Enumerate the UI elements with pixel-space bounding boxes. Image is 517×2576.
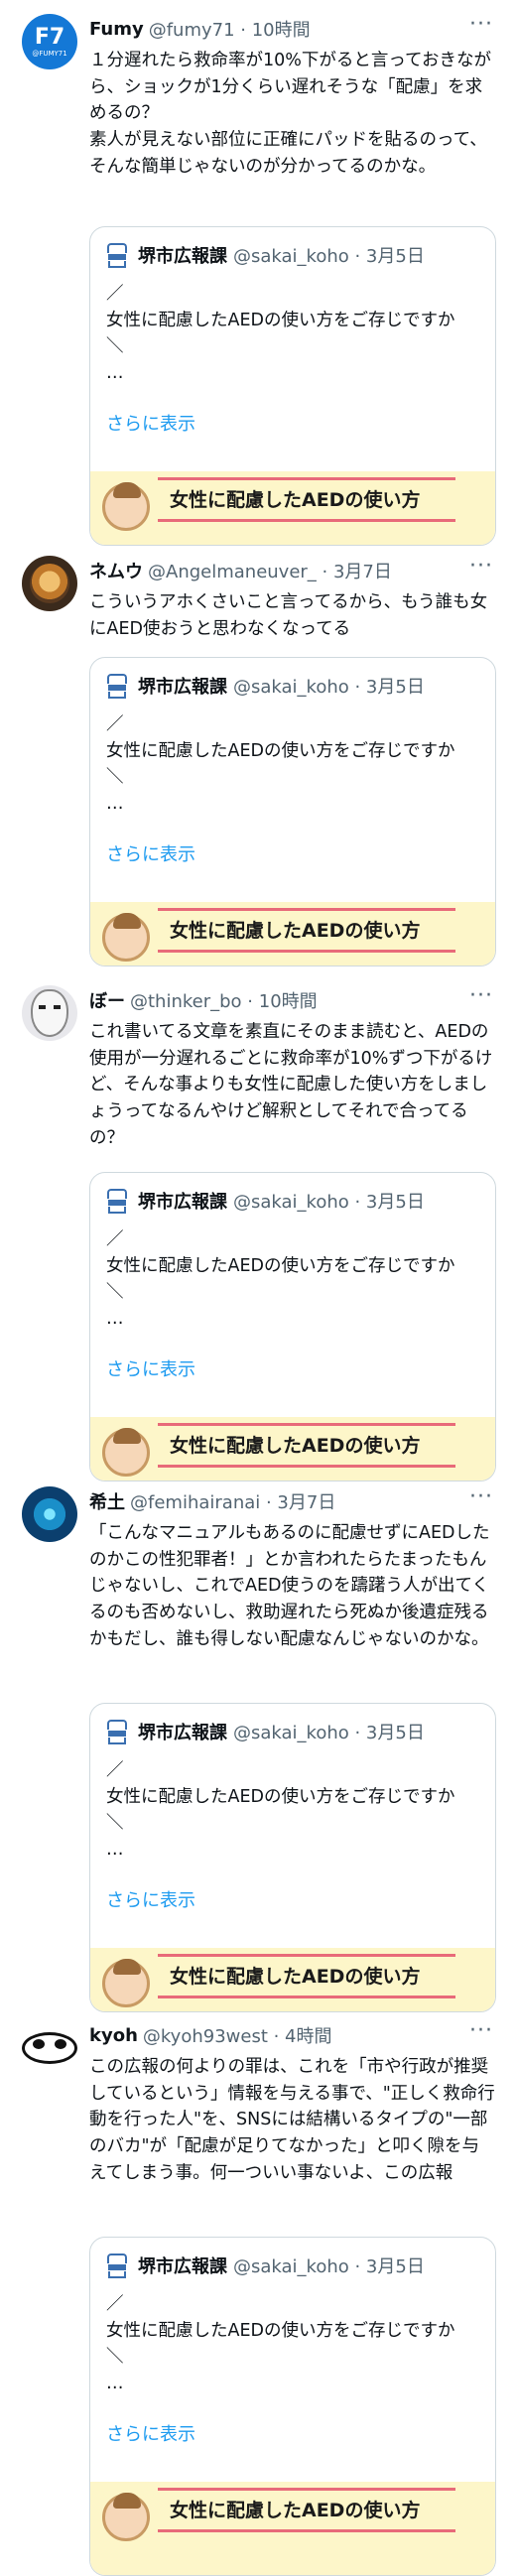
woman-illustration-icon xyxy=(102,913,150,962)
user-name[interactable]: 希土 xyxy=(89,1488,125,1514)
quoted-tweet-card[interactable]: 堺市広報課 @sakai_koho · 3月5日 ／ 女性に配慮したAEDの使い… xyxy=(89,2237,496,2576)
quoted-user-handle-time: @sakai_koho · 3月5日 xyxy=(233,246,425,267)
quoted-tweet-text: ／ 女性に配慮したAEDの使い方をご存じですか ＼ … xyxy=(106,284,455,383)
tweet-text: これ書いてる文章を素直にそのまま読むと、AEDの使用が一分遅れるごとに救命率が1… xyxy=(89,1022,493,1148)
more-options-icon[interactable]: ··· xyxy=(469,983,493,1008)
quoted-user-name: 堺市広報課 xyxy=(138,1192,227,1213)
timeline-feed: F7 @FUMY71 Fumy @fumy71 · 10時間 ··· １分遅れた… xyxy=(0,0,517,2576)
quoted-tweet-text: ／ 女性に配慮したAEDの使い方をご存じですか ＼ … xyxy=(106,1760,455,1860)
more-options-icon[interactable]: ··· xyxy=(469,2018,493,2043)
quoted-user-handle-time: @sakai_koho · 3月5日 xyxy=(233,2256,425,2277)
quoted-image-banner[interactable]: 女性に配慮したAEDの使い方 xyxy=(90,1948,495,2011)
user-handle-time[interactable]: @thinker_bo · 10時間 xyxy=(130,987,318,1013)
banner-title: 女性に配慮したAEDの使い方 xyxy=(170,2500,421,2521)
show-more-link[interactable]: さらに表示 xyxy=(106,1886,195,1912)
quoted-image-banner[interactable]: 女性に配慮したAEDの使い方 xyxy=(90,902,495,966)
quoted-tweet-header: 堺市広報課 @sakai_koho · 3月5日 xyxy=(106,1718,425,1745)
quoted-image-banner[interactable]: 女性に配慮したAEDの使い方 xyxy=(90,471,495,545)
woman-illustration-icon xyxy=(102,1428,150,1477)
tweet-text: この広報の何よりの罪は、これを「市や行政が推奨しているという」情報を与える事で、… xyxy=(89,2057,495,2183)
tweet-header: kyoh @kyoh93west · 4時間 xyxy=(89,2020,497,2050)
quoted-user-handle-time: @sakai_koho · 3月5日 xyxy=(233,1723,425,1743)
show-more-link[interactable]: さらに表示 xyxy=(106,410,195,436)
avatar[interactable] xyxy=(22,1486,77,1542)
quoted-tweet-header: 堺市広報課 @sakai_koho · 3月5日 xyxy=(106,1187,425,1215)
quoted-user-name: 堺市広報課 xyxy=(138,677,227,698)
show-more-link[interactable]: さらに表示 xyxy=(106,1355,195,1381)
tweet-text: 「こんなマニュアルもあるのに配慮せずにAEDしたのかこの性犯罪者！」とか言われた… xyxy=(89,1523,490,1649)
banner-title: 女性に配慮したAEDの使い方 xyxy=(170,920,421,942)
user-handle-time[interactable]: @femihairanai · 3月7日 xyxy=(130,1488,335,1514)
tweet-text: １分遅れたら救命率が10%下がると言っておきながら、ショックが1分くらい遅れそう… xyxy=(89,51,491,177)
quoted-tweet-header: 堺市広報課 @sakai_koho · 3月5日 xyxy=(106,2252,425,2279)
quoted-user-handle-time: @sakai_koho · 3月5日 xyxy=(233,677,425,698)
city-emblem-icon xyxy=(106,673,128,699)
user-name[interactable]: ネムウ xyxy=(89,558,143,583)
quoted-tweet-text: ／ 女性に配慮したAEDの使い方をご存じですか ＼ … xyxy=(106,2294,455,2393)
avatar[interactable] xyxy=(22,985,77,1041)
quoted-user-handle-time: @sakai_koho · 3月5日 xyxy=(233,1192,425,1213)
tweet-header: 希土 @femihairanai · 3月7日 xyxy=(89,1486,497,1516)
quoted-tweet-card[interactable]: 堺市広報課 @sakai_koho · 3月5日 ／ 女性に配慮したAEDの使い… xyxy=(89,226,496,546)
quoted-tweet-header: 堺市広報課 @sakai_koho · 3月5日 xyxy=(106,672,425,700)
city-emblem-icon xyxy=(106,1188,128,1214)
banner-title: 女性に配慮したAEDの使い方 xyxy=(170,1966,421,1988)
woman-illustration-icon xyxy=(102,2493,150,2541)
avatar[interactable] xyxy=(22,2020,77,2076)
quoted-tweet-card[interactable]: 堺市広報課 @sakai_koho · 3月5日 ／ 女性に配慮したAEDの使い… xyxy=(89,657,496,966)
user-handle-time[interactable]: @kyoh93west · 4時間 xyxy=(143,2022,332,2048)
tweet-header: Fumy @fumy71 · 10時間 xyxy=(89,14,497,44)
quoted-tweet-card[interactable]: 堺市広報課 @sakai_koho · 3月5日 ／ 女性に配慮したAEDの使い… xyxy=(89,1172,496,1481)
tweet-header: ネムウ @Angelmaneuver_ · 3月7日 xyxy=(89,556,497,585)
avatar[interactable] xyxy=(22,556,77,611)
quoted-user-name: 堺市広報課 xyxy=(138,1723,227,1743)
quoted-tweet-header: 堺市広報課 @sakai_koho · 3月5日 xyxy=(106,241,425,269)
banner-title: 女性に配慮したAEDの使い方 xyxy=(170,489,421,511)
more-options-icon[interactable]: ··· xyxy=(469,554,493,579)
quoted-tweet-text: ／ 女性に配慮したAEDの使い方をご存じですか ＼ … xyxy=(106,714,455,814)
woman-illustration-icon xyxy=(102,1959,150,2007)
city-emblem-icon xyxy=(106,1719,128,1744)
user-name[interactable]: ぼー xyxy=(89,987,125,1013)
more-options-icon[interactable]: ··· xyxy=(469,12,493,37)
quoted-image-banner[interactable]: 女性に配慮したAEDの使い方 xyxy=(90,1417,495,1481)
user-handle-time[interactable]: @fumy71 · 10時間 xyxy=(149,16,311,42)
quoted-image-banner[interactable]: 女性に配慮したAEDの使い方 xyxy=(90,2482,495,2575)
tweet-header: ぼー @thinker_bo · 10時間 xyxy=(89,985,497,1015)
more-options-icon[interactable]: ··· xyxy=(469,1484,493,1509)
quoted-user-name: 堺市広報課 xyxy=(138,246,227,267)
show-more-link[interactable]: さらに表示 xyxy=(106,2420,195,2446)
avatar[interactable]: F7 @FUMY71 xyxy=(22,14,77,69)
user-handle-time[interactable]: @Angelmaneuver_ · 3月7日 xyxy=(148,558,392,583)
quoted-tweet-card[interactable]: 堺市広報課 @sakai_koho · 3月5日 ／ 女性に配慮したAEDの使い… xyxy=(89,1703,496,2012)
avatar-logo-subtext: @FUMY71 xyxy=(32,49,67,58)
tweet-text: こういうアホくさいこと言ってるから、もう誰も女にAED使おうと思わなくなってる xyxy=(89,592,488,639)
user-name[interactable]: kyoh xyxy=(89,2025,138,2046)
banner-title: 女性に配慮したAEDの使い方 xyxy=(170,1435,421,1457)
show-more-link[interactable]: さらに表示 xyxy=(106,840,195,866)
quoted-tweet-text: ／ 女性に配慮したAEDの使い方をご存じですか ＼ … xyxy=(106,1229,455,1329)
user-name[interactable]: Fumy xyxy=(89,19,144,40)
woman-illustration-icon xyxy=(102,482,150,531)
quoted-user-name: 堺市広報課 xyxy=(138,2256,227,2277)
city-emblem-icon xyxy=(106,2253,128,2278)
avatar-logo-text: F7 xyxy=(34,24,65,50)
city-emblem-icon xyxy=(106,242,128,268)
